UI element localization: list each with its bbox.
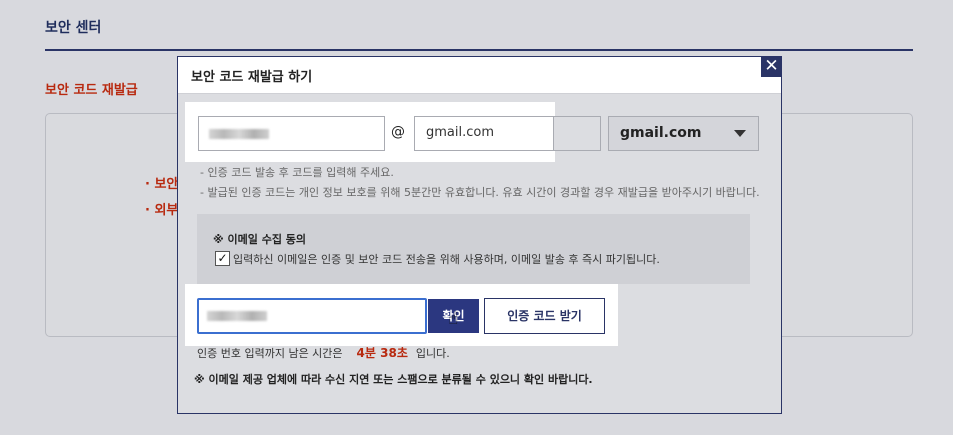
redacted-code (207, 311, 267, 321)
bullet-item-2-label: 외부 (154, 203, 179, 218)
reissue-code-dialog: 보안 코드 재발급 하기 ✕ @ gmail.com gmail.com - 인… (177, 56, 782, 414)
consent-checkbox[interactable]: ✓ (215, 251, 230, 266)
consent-title: ※ 이메일 수집 동의 (213, 233, 307, 246)
email-domain-field[interactable]: gmail.com (414, 116, 554, 151)
close-icon: ✕ (764, 56, 779, 76)
redacted-email-id (209, 129, 269, 139)
bullet-item-1-label: 보안 (154, 177, 179, 192)
email-domain-field-extension (554, 116, 601, 151)
bullet-item-2: · 외부 (145, 203, 179, 218)
verification-code-input[interactable] (197, 298, 427, 334)
hand-cursor-icon: ☝ (448, 309, 459, 329)
note-line-1: - 인증 코드 발송 후 코드를 입력해 주세요. (200, 166, 394, 179)
check-icon: ✓ (217, 251, 228, 265)
page-title: 보안 센터 (45, 20, 102, 36)
timer-line: 인증 번호 입력까지 남은 시간은 4분 38초 입니다. (197, 344, 450, 361)
domain-select-value: gmail.com (620, 125, 702, 141)
spam-warning: ※ 이메일 제공 업체에 따라 수신 지연 또는 스팸으로 분류될 수 있으니 … (194, 373, 593, 386)
chevron-down-icon (734, 130, 746, 137)
timer-suffix: 입니다. (415, 347, 450, 360)
section-title: 보안 코드 재발급 (45, 83, 138, 98)
bullet-item-1: · 보안 (145, 177, 179, 192)
timer-value: 4분 38초 (356, 346, 408, 360)
title-divider (45, 49, 913, 51)
consent-box: ※ 이메일 수집 동의 (197, 214, 750, 284)
domain-select[interactable]: gmail.com (608, 116, 759, 151)
timer-prefix: 인증 번호 입력까지 남은 시간은 (197, 347, 343, 360)
get-code-button[interactable]: 인증 코드 받기 (484, 298, 605, 334)
at-sign: @ (391, 124, 405, 140)
dialog-title: 보안 코드 재발급 하기 (191, 70, 313, 85)
consent-text: 입력하신 이메일은 인증 및 보안 코드 전송을 위해 사용하며, 이메일 발송… (233, 253, 660, 266)
close-button[interactable]: ✕ (761, 56, 782, 77)
email-id-field[interactable] (198, 116, 385, 151)
note-line-2: - 발급된 인증 코드는 개인 정보 보호를 위해 5분간만 유효합니다. 유효… (200, 186, 760, 199)
